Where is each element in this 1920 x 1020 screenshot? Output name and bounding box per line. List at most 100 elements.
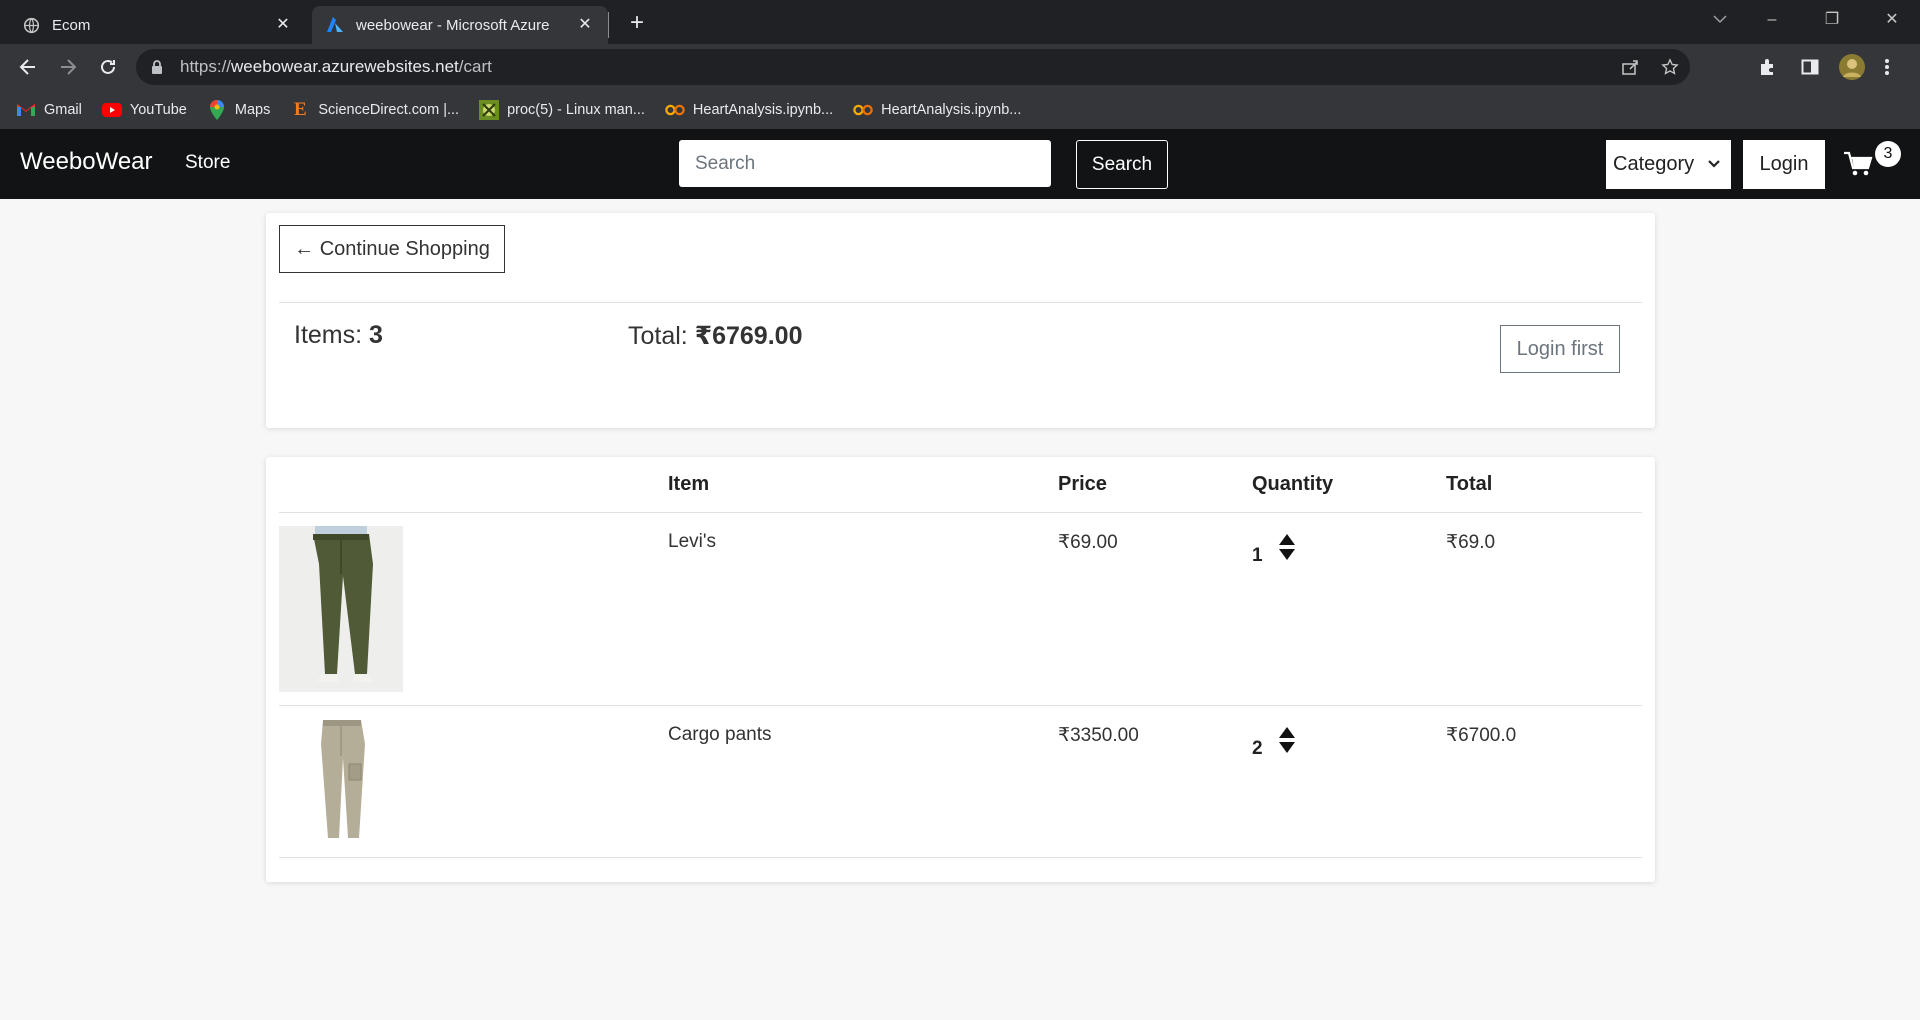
header-item: Item — [668, 473, 710, 495]
bookmark-label: ScienceDirect.com |... — [318, 101, 460, 118]
bookmark-colab-1[interactable]: HeartAnalysis.ipynb... — [665, 100, 833, 120]
bookmark-sciencedirect[interactable]: E ScienceDirect.com |... — [290, 98, 460, 120]
url-host: weebowear.azurewebsites.net — [231, 57, 459, 76]
product-image-khaki-cargo-pants[interactable] — [313, 718, 371, 842]
items-count: Items: 3 — [294, 321, 383, 350]
brand-logo[interactable]: WeeboWear — [20, 148, 153, 176]
tab-ecom[interactable]: Ecom ✕ — [8, 6, 306, 44]
header-total: Total — [1446, 473, 1493, 495]
login-button[interactable]: Login — [1743, 140, 1825, 189]
tab-strip: Ecom ✕ weebowear - Microsoft Azure ✕ + –… — [0, 0, 1920, 44]
share-icon[interactable] — [1610, 58, 1650, 76]
header-price: Price — [1058, 473, 1107, 495]
elsevier-icon: E — [293, 98, 307, 120]
nav-link-store[interactable]: Store — [185, 152, 230, 174]
quantity-stepper: 1 — [1252, 527, 1295, 567]
close-icon[interactable]: ✕ — [576, 16, 594, 34]
item-name: Cargo pants — [668, 724, 772, 745]
table-row: Levi's ₹69.00 1 ₹69.0 — [279, 513, 1642, 706]
table-header: Item Price Quantity Total — [279, 457, 1642, 513]
bookmark-label: proc(5) - Linux man... — [507, 101, 645, 118]
quantity-value: 2 — [1252, 738, 1263, 759]
tab-weebowear-azure[interactable]: weebowear - Microsoft Azure ✕ — [312, 6, 608, 44]
bookmark-linux-man[interactable]: proc(5) - Linux man... — [479, 99, 645, 120]
forward-arrow-icon[interactable] — [52, 51, 84, 83]
gmail-icon — [16, 100, 36, 120]
bookmark-label: Gmail — [44, 101, 82, 118]
new-tab-button[interactable]: + — [622, 8, 652, 38]
item-name: Levi's — [668, 531, 716, 552]
bookmark-label: YouTube — [129, 101, 187, 118]
profile-avatar[interactable] — [1838, 51, 1866, 83]
quantity-up-arrow-icon[interactable] — [1278, 534, 1295, 545]
product-image-olive-trousers[interactable] — [279, 526, 403, 692]
omnibox-actions — [1610, 49, 1690, 85]
items-label: Items: — [294, 321, 370, 349]
extensions-icon[interactable] — [1758, 51, 1778, 83]
search-button[interactable]: Search — [1076, 140, 1168, 189]
colab-icon — [665, 100, 685, 120]
side-panel-icon[interactable] — [1801, 51, 1819, 83]
lock-icon — [150, 59, 166, 75]
youtube-icon — [101, 100, 122, 120]
bookmark-label: Maps — [234, 101, 271, 118]
quantity-up-arrow-icon[interactable] — [1278, 727, 1295, 738]
quantity-arrows — [1278, 727, 1295, 753]
back-arrow-icon[interactable] — [12, 51, 44, 83]
items-count-value: 3 — [369, 321, 383, 349]
azure-icon — [326, 16, 344, 34]
item-price: ₹3350.00 — [1058, 725, 1139, 746]
bookmark-label: HeartAnalysis.ipynb... — [692, 101, 834, 118]
continue-shopping-button[interactable]: ← Continue Shopping — [279, 225, 505, 273]
bookmark-maps[interactable]: Maps — [207, 99, 271, 120]
cart-count-badge: 3 — [1875, 141, 1901, 167]
star-icon[interactable] — [1650, 58, 1690, 76]
browser-chrome: Ecom ✕ weebowear - Microsoft Azure ✕ + –… — [0, 0, 1920, 129]
close-window-button[interactable]: ✕ — [1864, 0, 1920, 40]
cart-items-card: Item Price Quantity Total Levi's ₹69.00 … — [266, 457, 1655, 882]
colab-icon — [853, 100, 873, 120]
bookmark-label: HeartAnalysis.ipynb... — [881, 101, 1022, 118]
quantity-down-arrow-icon[interactable] — [1278, 742, 1295, 753]
login-first-button[interactable]: Login first — [1500, 325, 1620, 373]
header-quantity: Quantity — [1252, 473, 1334, 495]
cart-total: Total: ₹6769.00 — [628, 321, 802, 351]
address-bar[interactable]: https://weebowear.azurewebsites.net/cart — [136, 49, 1690, 85]
table-row: Cargo pants ₹3350.00 2 ₹6700.0 — [279, 706, 1642, 858]
globe-icon — [22, 16, 40, 34]
maps-icon — [207, 99, 227, 120]
divider — [279, 302, 1642, 303]
chevron-down-icon — [1707, 154, 1721, 180]
more-menu-icon[interactable] — [1884, 51, 1890, 83]
tab-title: Ecom — [52, 16, 91, 34]
bookmark-gmail[interactable]: Gmail — [16, 100, 82, 120]
linux-icon — [479, 99, 500, 120]
browser-toolbar: https://weebowear.azurewebsites.net/cart — [0, 44, 1920, 90]
url-scheme: https:// — [180, 57, 232, 76]
minimize-button[interactable]: – — [1744, 0, 1800, 40]
item-total: ₹6700.0 — [1446, 725, 1517, 746]
tab-divider — [608, 12, 609, 38]
quantity-stepper: 2 — [1252, 720, 1295, 760]
item-total: ₹69.0 — [1446, 532, 1496, 553]
site-navbar: WeeboWear Store Search Category Login 3 — [0, 129, 1920, 199]
url-path: /cart — [458, 57, 492, 76]
tab-title: weebowear - Microsoft Azure — [356, 16, 550, 34]
quantity-value: 1 — [1252, 545, 1263, 566]
restore-button[interactable]: ❐ — [1804, 0, 1860, 40]
cart-summary-card: ← Continue Shopping Items: 3 Total: ₹676… — [266, 213, 1655, 428]
quantity-down-arrow-icon[interactable] — [1278, 549, 1295, 560]
category-label: Category — [1613, 153, 1695, 175]
cart-icon[interactable] — [1843, 151, 1873, 177]
quantity-arrows — [1278, 534, 1295, 560]
tab-search-icon[interactable] — [1692, 0, 1748, 40]
reload-icon[interactable] — [92, 51, 124, 83]
bookmarks-bar: Gmail YouTube Maps E ScienceDirect.com |… — [0, 90, 1920, 129]
bookmark-youtube[interactable]: YouTube — [101, 100, 187, 120]
search-input[interactable] — [679, 140, 1051, 187]
close-icon[interactable]: ✕ — [274, 16, 292, 34]
bookmark-colab-2[interactable]: HeartAnalysis.ipynb... — [853, 100, 1021, 120]
url-text: https://weebowear.azurewebsites.net/cart — [180, 57, 492, 77]
item-price: ₹69.00 — [1058, 532, 1118, 553]
category-select[interactable]: Category — [1606, 140, 1731, 189]
